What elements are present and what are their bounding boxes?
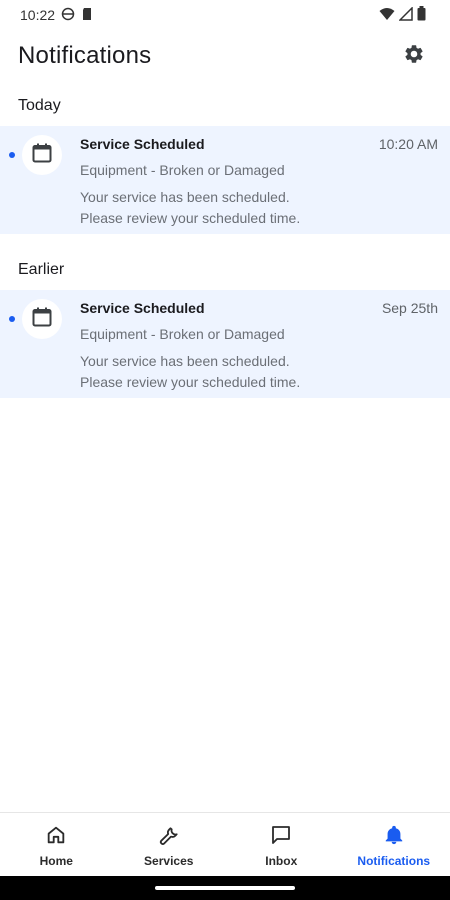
nav-label-inbox: Inbox <box>265 853 298 868</box>
page-title: Notifications <box>18 42 152 69</box>
unread-dot <box>9 152 15 158</box>
notification-header-row: Service Scheduled Sep 25th <box>80 300 438 320</box>
notification-item[interactable]: Service Scheduled Sep 25th Equipment - B… <box>0 290 450 398</box>
section-label-earlier: Earlier <box>18 261 65 278</box>
nav-item-services[interactable]: Services <box>113 813 226 876</box>
system-gesture-bar <box>0 876 450 900</box>
wifi-icon <box>379 7 395 24</box>
home-icon <box>43 822 69 848</box>
battery-icon <box>417 6 426 24</box>
section-label-today: Today <box>18 97 61 114</box>
notification-subtitle: Equipment - Broken or Damaged <box>80 326 285 342</box>
notification-title: Service Scheduled <box>80 300 205 316</box>
sim-card-icon <box>81 7 93 24</box>
chat-icon <box>268 822 294 848</box>
nav-label-notifications: Notifications <box>357 853 431 868</box>
notification-time: 10:20 AM <box>378 136 438 152</box>
cell-signal-icon <box>398 5 413 24</box>
calendar-icon <box>30 305 54 334</box>
notification-body-line: Please review your scheduled time. <box>80 374 301 390</box>
status-time: 10:22 <box>20 7 56 23</box>
vpn-icon <box>61 7 75 24</box>
notification-body: Your service has been scheduled. Please … <box>80 187 438 229</box>
notification-icon-badge <box>22 299 62 339</box>
gesture-handle[interactable] <box>155 886 295 890</box>
notification-icon-badge <box>22 135 62 175</box>
nav-label-home: Home <box>39 853 73 868</box>
notification-body-line: Your service has been scheduled. <box>80 189 290 205</box>
bell-icon <box>381 822 407 848</box>
notification-title: Service Scheduled <box>80 136 205 152</box>
status-right <box>379 5 426 24</box>
header: Notifications <box>0 30 450 82</box>
nav-label-services: Services <box>144 853 194 868</box>
status-bar: 10:22 <box>0 0 450 30</box>
notification-body: Your service has been scheduled. Please … <box>80 351 438 393</box>
nav-item-notifications[interactable]: Notifications <box>338 813 450 876</box>
notification-body-line: Please review your scheduled time. <box>80 210 301 226</box>
notification-time: Sep 25th <box>381 300 438 316</box>
nav-item-home[interactable]: Home <box>0 813 113 876</box>
nav-item-inbox[interactable]: Inbox <box>225 813 338 876</box>
bottom-navigation: Home Services Inbox Notifications <box>0 812 450 876</box>
status-left: 10:22 <box>20 7 93 24</box>
notification-subtitle: Equipment - Broken or Damaged <box>80 162 285 178</box>
notification-item[interactable]: Service Scheduled 10:20 AM Equipment - B… <box>0 126 450 234</box>
wrench-icon <box>156 822 182 848</box>
settings-button[interactable] <box>398 40 430 72</box>
notification-body-line: Your service has been scheduled. <box>80 353 290 369</box>
calendar-icon <box>30 141 54 170</box>
notification-header-row: Service Scheduled 10:20 AM <box>80 136 438 156</box>
gear-icon <box>403 43 425 70</box>
unread-dot <box>9 316 15 322</box>
